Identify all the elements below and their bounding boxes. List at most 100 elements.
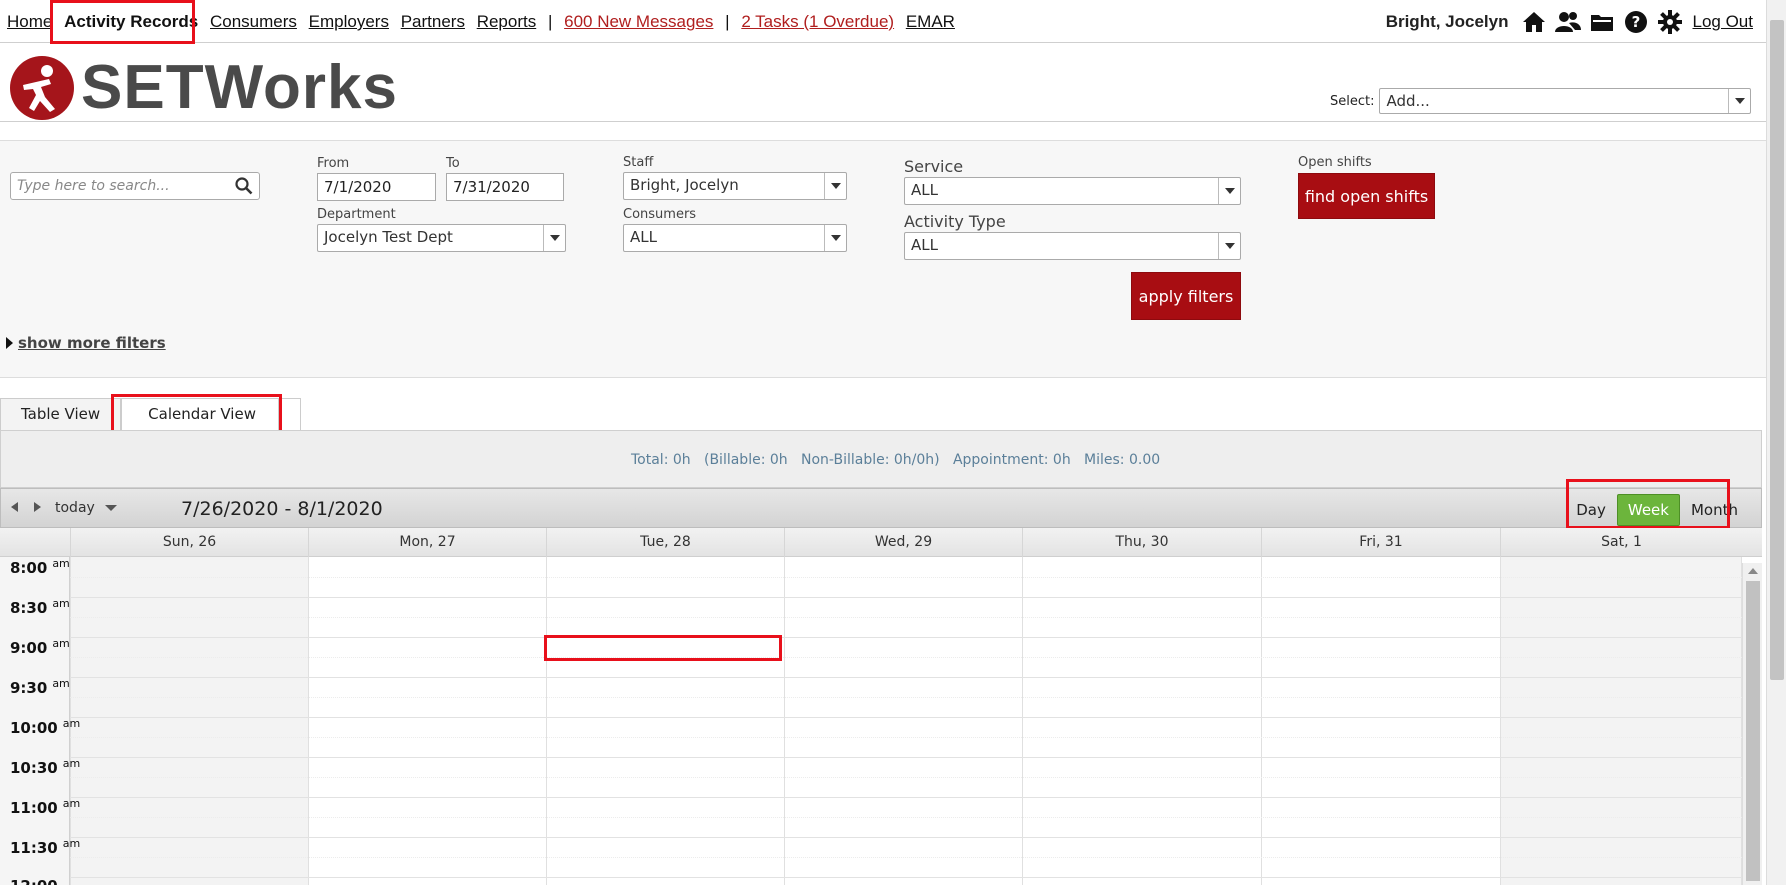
consumers-value: ALL	[630, 228, 657, 246]
time-label: 8:00 am	[10, 557, 70, 577]
slot-line	[70, 837, 1742, 838]
nav-consumers[interactable]: Consumers	[210, 12, 297, 31]
add-select-group: Select: Add...	[1330, 88, 1752, 114]
from-date-field[interactable]: 7/1/2020	[317, 173, 436, 201]
from-label: From	[317, 156, 350, 171]
find-open-shifts-button[interactable]: find open shifts	[1298, 173, 1435, 219]
to-date-field[interactable]: 7/31/2020	[446, 173, 564, 201]
totals-summary: Total: 0h (Billable: 0h Non-Billable: 0h…	[631, 452, 1161, 468]
chevron-down-icon	[543, 225, 565, 251]
logout-link[interactable]: Log Out	[1693, 12, 1754, 32]
slot-line	[70, 877, 1742, 878]
time-label-text: 8:30	[10, 599, 48, 617]
setworks-logo: SETWorks	[9, 55, 398, 121]
totals-bar: Total: 0h (Billable: 0h Non-Billable: 0h…	[0, 430, 1762, 488]
to-label: To	[446, 156, 460, 171]
nav-separator: |	[547, 12, 553, 31]
time-label-text: 9:30	[10, 679, 48, 697]
slot-line	[70, 737, 1742, 738]
add-select-dropdown[interactable]: Add...	[1379, 88, 1752, 114]
nav-messages-link[interactable]: 600 New Messages	[564, 12, 713, 31]
slot-line	[70, 857, 1742, 858]
gear-icon[interactable]	[1657, 9, 1683, 35]
slot-line	[70, 577, 1742, 578]
scroll-up-icon[interactable]	[1748, 568, 1758, 574]
home-icon[interactable]	[1521, 9, 1547, 35]
nav-user-area: Bright, Jocelyn ? Log Out	[1386, 9, 1760, 35]
day-headers: Sun, 26 Mon, 27 Tue, 28 Wed, 29 Thu, 30 …	[0, 528, 1762, 557]
time-label: 12:00	[10, 877, 58, 885]
nav-employers[interactable]: Employers	[309, 12, 389, 31]
department-label: Department	[317, 207, 396, 222]
slot-line	[70, 677, 1742, 678]
tab-table-view[interactable]: Table View	[0, 398, 122, 431]
folder-icon[interactable]	[1589, 9, 1615, 35]
nav-home[interactable]: Home	[7, 12, 52, 31]
today-button[interactable]: today	[55, 500, 95, 516]
time-label-text: 10:30	[10, 759, 58, 777]
nav-reports[interactable]: Reports	[477, 12, 537, 31]
search-icon[interactable]	[235, 177, 253, 199]
day-column-fri[interactable]	[1261, 557, 1500, 885]
day-header-mon: Mon, 27	[308, 528, 546, 557]
calendar-toolbar: today 7/26/2020 - 8/1/2020 Day Week Mont…	[0, 488, 1762, 528]
am-marker: am	[62, 717, 81, 730]
service-dropdown[interactable]: ALL	[904, 177, 1241, 205]
header-divider	[0, 121, 1766, 122]
calendar-week-grid: Sun, 26 Mon, 27 Tue, 28 Wed, 29 Thu, 30 …	[0, 528, 1762, 885]
tab-calendar-view[interactable]: Calendar View	[121, 398, 279, 431]
nav-activity-records[interactable]: Activity Records	[64, 12, 198, 31]
apply-filters-button[interactable]: apply filters	[1131, 272, 1241, 320]
time-label-text: 9:00	[10, 639, 48, 657]
consumers-dropdown[interactable]: ALL	[623, 224, 847, 252]
next-week-icon[interactable]	[33, 500, 41, 516]
time-label-text: 12:00	[10, 877, 58, 885]
nav-partners[interactable]: Partners	[401, 12, 465, 31]
day-header-fri: Fri, 31	[1261, 528, 1500, 557]
month-view-button[interactable]: Month	[1680, 494, 1749, 526]
slot-line	[70, 817, 1742, 818]
time-label: 9:30 am	[10, 677, 70, 697]
prev-week-icon[interactable]	[11, 500, 19, 516]
show-more-filters-link[interactable]: show more filters	[18, 334, 166, 352]
chevron-down-icon	[1218, 233, 1240, 259]
page-scrollbar[interactable]	[1766, 0, 1786, 885]
logo-emblem-icon	[10, 56, 74, 120]
day-header-sat: Sat, 1	[1500, 528, 1742, 557]
show-more-filters[interactable]: show more filters	[6, 334, 166, 352]
calendar-scrollbar[interactable]	[1742, 563, 1762, 885]
am-marker: am	[52, 557, 70, 570]
slot-line	[70, 597, 1742, 598]
tab-spacer	[278, 398, 301, 431]
today-dropdown-chevron-icon[interactable]	[104, 500, 117, 516]
consumers-label: Consumers	[623, 207, 697, 222]
users-icon[interactable]	[1554, 9, 1581, 35]
nav-separator: |	[725, 12, 730, 31]
am-marker: am	[62, 757, 81, 770]
day-column-wed[interactable]	[784, 557, 1022, 885]
day-column-sat[interactable]	[1500, 557, 1742, 885]
add-select-value: Add...	[1386, 92, 1430, 110]
page-scroll-thumb[interactable]	[1770, 20, 1784, 680]
nav-tasks-link[interactable]: 2 Tasks (1 Overdue)	[741, 12, 894, 31]
from-date-value: 7/1/2020	[324, 178, 392, 196]
staff-dropdown[interactable]: Bright, Jocelyn	[623, 172, 847, 200]
week-view-button[interactable]: Week	[1616, 494, 1680, 526]
calendar-scroll-thumb[interactable]	[1746, 581, 1760, 881]
search-input[interactable]: Type here to search...	[10, 172, 260, 200]
day-column-thu[interactable]	[1022, 557, 1261, 885]
activity-type-dropdown[interactable]: ALL	[904, 232, 1241, 260]
time-label-text: 11:00	[10, 799, 58, 817]
day-column-tue[interactable]	[546, 557, 784, 885]
slot-line	[70, 717, 1742, 718]
day-header-tue: Tue, 28	[546, 528, 784, 557]
help-icon[interactable]: ?	[1623, 9, 1649, 35]
activity-type-value: ALL	[911, 236, 938, 254]
day-view-button[interactable]: Day	[1565, 494, 1617, 526]
day-column-sun[interactable]	[70, 557, 308, 885]
day-column-mon[interactable]	[308, 557, 546, 885]
department-dropdown[interactable]: Jocelyn Test Dept	[317, 224, 566, 252]
nav-emar[interactable]: EMAR	[906, 12, 955, 31]
day-header-sun: Sun, 26	[70, 528, 308, 557]
staff-value: Bright, Jocelyn	[630, 176, 739, 194]
